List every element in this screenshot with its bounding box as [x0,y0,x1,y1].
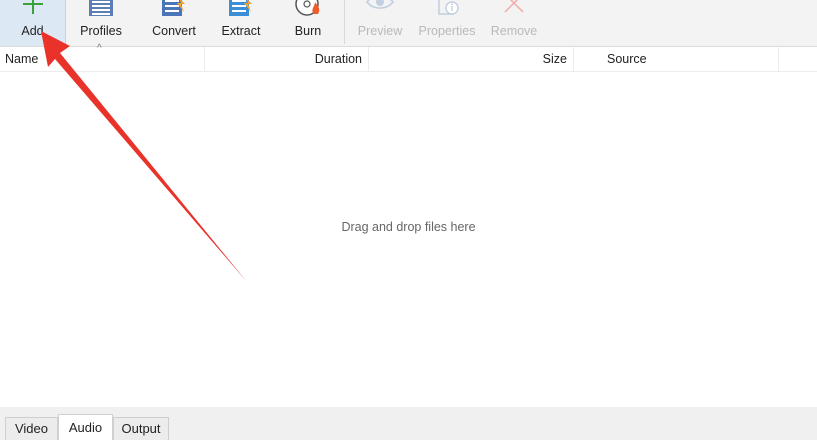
preview-button[interactable]: Preview [347,0,413,46]
tab-audio[interactable]: Audio [58,414,113,440]
plus-icon [22,0,43,14]
tab-output[interactable]: Output [113,417,169,440]
column-header-source-label: Source [607,52,647,66]
drag-drop-hint: Drag and drop files here [341,220,476,234]
column-header-duration[interactable]: Duration [205,47,369,71]
extract-icon [229,0,252,16]
burn-button-label: Burn [294,24,322,38]
column-header-source[interactable]: Source [574,47,779,71]
toolbar: Add Profiles Convert Extract Burn Previe… [0,0,817,47]
info-document-icon [438,0,459,15]
profiles-icon [89,0,113,16]
eye-icon [365,0,395,9]
column-header-name[interactable]: Name ^ [0,43,205,71]
tab-output-label: Output [121,421,161,436]
tab-video-label: Video [14,421,48,436]
x-icon [504,0,524,13]
convert-button-label: Convert [152,24,196,38]
app-window: Add Profiles Convert Extract Burn Previe… [0,0,817,440]
remove-button-label: Remove [490,24,538,38]
disc-burn-icon [295,0,320,16]
add-button[interactable]: Add [0,0,66,46]
burn-button[interactable]: Burn [275,0,341,46]
tab-audio-label: Audio [68,420,103,435]
toolbar-separator [344,0,345,44]
profiles-button-label: Profiles [80,24,122,38]
remove-button[interactable]: Remove [481,0,547,46]
properties-button[interactable]: Properties [414,0,480,46]
properties-button-label: Properties [418,24,476,38]
profiles-button[interactable]: Profiles [68,0,134,46]
add-button-label: Add [21,24,44,38]
convert-icon [162,0,185,16]
column-header-size-label: Size [542,52,567,66]
file-drop-area[interactable]: Drag and drop files here [0,72,817,407]
bottom-tab-bar: Video Audio Output [0,407,817,440]
file-list-header: Name ^ Duration Size Source [0,43,817,72]
tab-video[interactable]: Video [5,417,58,440]
extract-button-label: Extract [221,24,261,38]
column-header-name-label: Name [5,52,39,66]
preview-button-label: Preview [357,24,403,38]
column-header-size[interactable]: Size [369,47,574,71]
extract-button[interactable]: Extract [208,0,274,46]
column-header-duration-label: Duration [314,52,362,66]
sort-ascending-icon: ^ [97,43,102,54]
convert-button[interactable]: Convert [141,0,207,46]
